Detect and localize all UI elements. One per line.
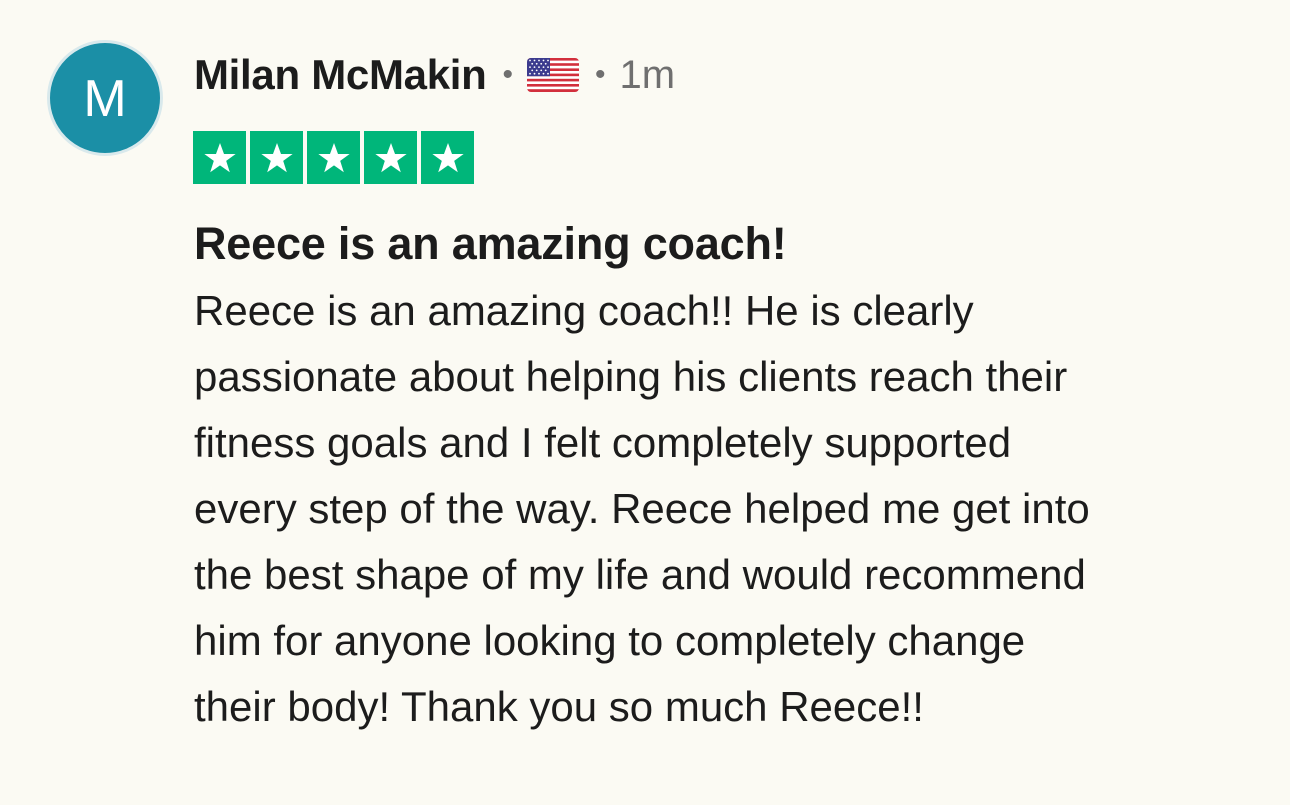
separator-dot: • <box>502 58 513 91</box>
review-text-line: passionate about helping his clients rea… <box>194 353 1068 400</box>
avatar-initial: M <box>83 70 127 128</box>
review-body: Reece is an amazing coach!! He is clearl… <box>194 278 1254 740</box>
star-icon <box>250 131 303 184</box>
separator-dot: • <box>595 58 606 91</box>
review-header: Milan McMakin • • 1m <box>194 47 675 103</box>
star-rating <box>193 131 474 184</box>
reviewer-name[interactable]: Milan McMakin <box>194 51 487 99</box>
star-icon <box>193 131 246 184</box>
review-text-line: every step of the way. Reece helped me g… <box>194 485 1090 532</box>
review-text-line: fitness goals and I felt completely supp… <box>194 419 1012 466</box>
review-text-line: Reece is an amazing coach!! He is clearl… <box>194 287 974 334</box>
star-icon <box>364 131 417 184</box>
review-text-line: him for anyone looking to completely cha… <box>194 617 1026 664</box>
star-icon <box>307 131 360 184</box>
review-text-line: the best shape of my life and would reco… <box>194 551 1086 598</box>
review-text-line: their body! Thank you so much Reece!! <box>194 683 924 730</box>
review-title[interactable]: Reece is an amazing coach! <box>194 216 787 272</box>
avatar[interactable]: M <box>47 40 163 156</box>
review-time: 1m <box>619 52 676 97</box>
us-flag-icon <box>527 58 579 92</box>
review-card: M Milan McMakin • • 1m Reece is an amazi… <box>0 0 1290 805</box>
star-icon <box>421 131 474 184</box>
